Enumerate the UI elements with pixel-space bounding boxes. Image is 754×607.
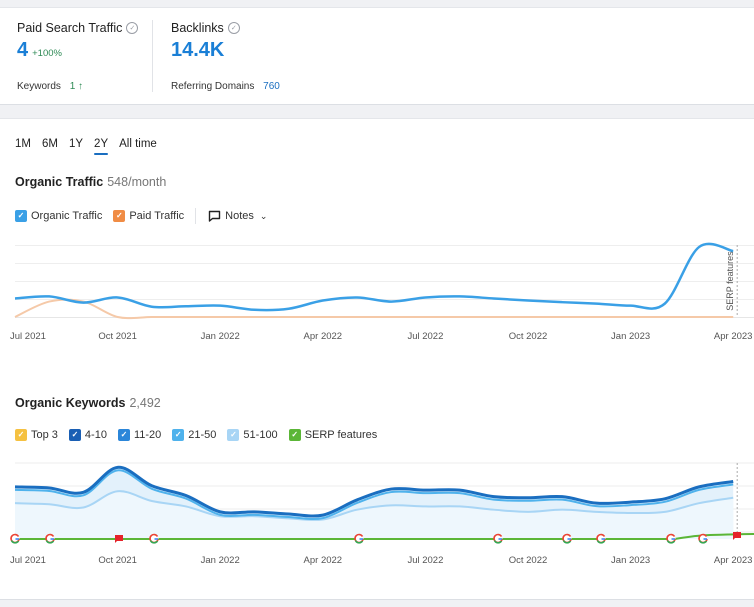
organic-traffic-chart[interactable]: SERP features Jul 2021 Oct 2021 Jan 2022 Apr… — [0, 237, 754, 367]
x-tick-label: Oct 2021 — [98, 331, 137, 342]
x-tick-label: Oct 2022 — [509, 331, 548, 342]
google-update-icon — [596, 533, 606, 544]
checkbox-icon[interactable]: ✓ — [68, 429, 81, 441]
checkbox-icon[interactable]: ✓ — [227, 429, 240, 441]
x-tick-label: Oct 2021 — [98, 555, 137, 566]
x-tick-label: Apr 2023 — [714, 331, 753, 342]
range-tabs: 1M 6M 1Y 2Y All time — [15, 138, 157, 155]
tab-2y[interactable]: 2Y — [94, 138, 109, 155]
legend-serp-features[interactable]: ✓ SERP features — [288, 429, 377, 441]
keywords-value[interactable]: 1 — [70, 81, 76, 92]
legend-paid-traffic[interactable]: ✓ Paid Traffic — [113, 210, 184, 222]
tab-1m[interactable]: 1M — [15, 138, 31, 150]
x-tick-label: Jul 2022 — [407, 331, 443, 342]
x-tick-label: Jul 2022 — [407, 555, 443, 566]
checkbox-icon[interactable]: ✓ — [172, 429, 185, 441]
x-tick-label: Apr 2022 — [304, 331, 343, 342]
legend-51-100[interactable]: ✓ 51-100 — [227, 429, 278, 441]
x-tick-label: Jul 2021 — [10, 331, 46, 342]
organic-keywords-title: Organic Keywords 2,492 — [15, 396, 161, 410]
tab-1y[interactable]: 1Y — [69, 138, 83, 150]
backlinks-title: Backlinks — [171, 21, 224, 35]
x-tick-label: Oct 2022 — [509, 555, 548, 566]
checkbox-icon[interactable]: ✓ — [15, 429, 27, 441]
organic-traffic-subtitle: 548/month — [107, 175, 167, 189]
keywords-label: Keywords — [17, 81, 61, 92]
flag-icon — [115, 535, 123, 543]
google-update-icon — [698, 533, 708, 544]
summary-card: Paid Search Traffic ✓ 4 +100% Keywords 1 … — [0, 7, 754, 105]
google-update-icon — [10, 533, 20, 544]
legend-top-3[interactable]: ✓ Top 3 — [15, 429, 58, 441]
tab-6m[interactable]: 6M — [42, 138, 58, 150]
google-update-icon — [45, 533, 55, 544]
trend-up-icon: ↑ — [78, 81, 84, 92]
legend-separator — [195, 208, 197, 224]
x-tick-label: Apr 2023 — [714, 555, 753, 566]
google-update-icon — [562, 533, 572, 544]
google-update-icon — [493, 533, 503, 544]
legend-11-20[interactable]: ✓ 11-20 — [117, 429, 161, 441]
paid-search-delta: +100% — [32, 48, 62, 59]
flag-icon — [733, 532, 741, 540]
organic-keywords-subtitle: 2,492 — [129, 396, 161, 410]
notes-dropdown[interactable]: Notes ⌄ — [208, 210, 267, 222]
charts-card: 1M 6M 1Y 2Y All time Organic Traffic 548/… — [0, 118, 754, 600]
info-icon[interactable]: ✓ — [227, 22, 240, 34]
legend-organic-traffic[interactable]: ✓ Organic Traffic — [15, 210, 102, 222]
organic-traffic-line — [14, 242, 734, 312]
backlinks-value[interactable]: 14.4K — [171, 39, 224, 62]
x-tick-label: Apr 2022 — [304, 555, 343, 566]
google-update-icon — [354, 533, 364, 544]
paid-search-value: 4 — [17, 39, 29, 61]
x-tick-label: Jul 2021 — [10, 555, 46, 566]
checkbox-icon[interactable]: ✓ — [113, 210, 126, 222]
legend-21-50[interactable]: ✓ 21-50 — [172, 429, 216, 441]
x-tick-label: Jan 2023 — [611, 555, 650, 566]
x-tick-label: Jan 2023 — [611, 331, 650, 342]
info-icon[interactable]: ✓ — [126, 22, 139, 34]
google-update-icon — [666, 533, 676, 544]
organic-traffic-legend: ✓ Organic Traffic ✓ Paid Traffic Notes ⌄ — [15, 208, 267, 224]
x-tick-label: Jan 2022 — [201, 555, 240, 566]
checkbox-icon[interactable]: ✓ — [15, 210, 27, 222]
organic-keywords-legend: ✓ Top 3 ✓ 4-10 ✓ 11-20 ✓ 21-50 ✓ 51-100 ✓ SERP… — [15, 429, 388, 441]
organic-traffic-title: Organic Traffic 548/month — [15, 175, 167, 189]
divider — [152, 20, 153, 92]
paid-traffic-line — [14, 298, 734, 320]
referring-domains-label: Referring Domains — [171, 81, 255, 92]
google-update-icon — [149, 533, 159, 544]
chevron-down-icon: ⌄ — [259, 210, 268, 221]
checkbox-icon[interactable]: ✓ — [288, 429, 301, 441]
x-tick-label: Jan 2022 — [201, 331, 240, 342]
organic-keywords-chart[interactable]: Jul 2021 Oct 2021 Jan 2022 Apr 2022 Jul 2022… — [0, 457, 754, 587]
tab-all-time[interactable]: All time — [119, 138, 157, 150]
paid-search-title: Paid Search Traffic — [17, 21, 123, 35]
comment-icon — [208, 210, 221, 222]
checkbox-icon[interactable]: ✓ — [117, 429, 130, 441]
legend-4-10[interactable]: ✓ 4-10 — [68, 429, 107, 441]
referring-domains-value[interactable]: 760 — [263, 81, 280, 92]
serp-features-annotation: SERP features — [725, 251, 735, 311]
